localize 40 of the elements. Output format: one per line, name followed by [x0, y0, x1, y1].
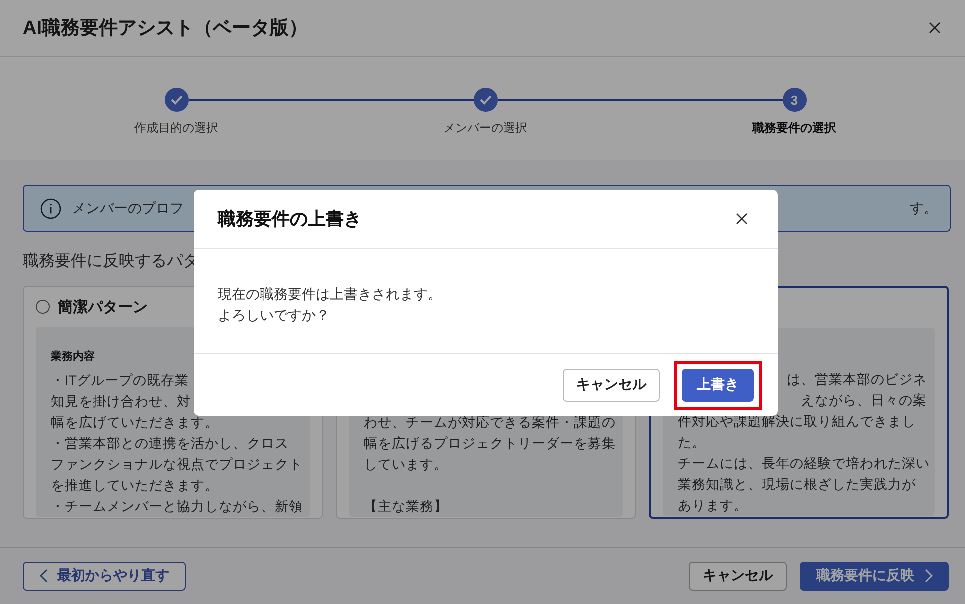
body-text-line: ・ITグループの既存業	[51, 372, 189, 390]
body-text-line: ファンクショナルな視点でプロジェクト	[51, 456, 303, 474]
step-circle: 3	[782, 88, 806, 112]
body-text-line: は、営業本部のビジネ	[787, 371, 927, 389]
check-icon	[170, 95, 182, 105]
body-text-line: を推進していただきます。	[51, 477, 219, 495]
restart-button[interactable]: 最初からやり直す	[23, 562, 186, 590]
close-icon	[929, 22, 941, 34]
body-text-line: ・営業本部との連携を活かし、クロス	[51, 435, 289, 453]
body-text-line: 業務知識と、現場に根ざした実践力が	[678, 476, 916, 494]
body-text-line: わせ、チームが対応できる案件・課題の	[364, 414, 616, 432]
window-title: AI職務要件アシスト（ベータ版）	[23, 16, 309, 41]
step-label: 作成目的の選択	[134, 120, 218, 137]
body-text-line: ・チームメンバーと協力しながら、新領	[51, 498, 303, 516]
body-text-line: チームには、長年の経験で培われた深い	[678, 455, 930, 473]
body-text-line: 知見を掛け合わせ、対	[51, 393, 191, 411]
card-title: 簡潔パターン	[58, 298, 148, 316]
chevron-right-icon	[924, 569, 932, 583]
cancel-button[interactable]: キャンセル	[563, 368, 660, 402]
info-icon	[40, 198, 62, 220]
apply-button[interactable]: 職務要件に反映	[800, 562, 949, 590]
body-text-line: あります。	[678, 497, 748, 515]
banner-text: す。	[910, 200, 938, 218]
dialog-title: 職務要件の上書き	[218, 208, 363, 231]
body-text-line: 【主な業務】	[364, 498, 448, 516]
body-text-line: えながら、日々の案	[801, 392, 927, 410]
radio-button[interactable]	[36, 300, 50, 314]
close-icon	[736, 213, 748, 225]
body-text-line: 幅を広げるプロジェクトリーダーを募集	[364, 435, 616, 453]
body-text-line: 幅を広げていただきます。	[51, 414, 219, 432]
chevron-left-icon	[40, 569, 48, 583]
cancel-button[interactable]: キャンセル	[689, 562, 787, 590]
step-label: 職務要件の選択	[752, 120, 836, 137]
step-label: メンバーの選択	[444, 120, 528, 137]
card-heading: 業務内容	[51, 350, 96, 364]
body-text-line: しています。	[364, 456, 448, 474]
body-text-line: た。	[678, 434, 706, 452]
check-icon	[480, 95, 492, 105]
overwrite-button[interactable]: 上書き	[682, 368, 754, 402]
banner-text: メンバーのプロフ	[72, 200, 184, 218]
